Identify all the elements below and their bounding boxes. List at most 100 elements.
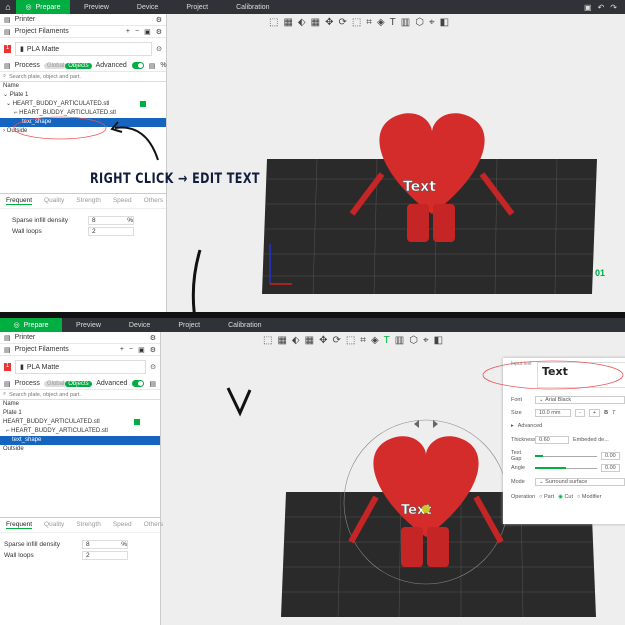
list-item-text-shape[interactable]: text_shape bbox=[0, 436, 160, 445]
wall-loops-input[interactable]: 2 bbox=[88, 227, 134, 236]
global-toggle[interactable]: Global bbox=[43, 62, 68, 69]
sidebar: ▤ Printer ⚙ ▤ Project Filaments + − ▣ ⚙ 1 ▮ PLA M… bbox=[0, 14, 167, 312]
list-item-part[interactable]: ⌐ HEART_BUDDY_ARTICULATED.stl bbox=[0, 427, 160, 436]
edit-icon[interactable]: ⊙ bbox=[150, 363, 156, 371]
list-item-object[interactable]: ⌄ HEART_BUDDY_ARTICULATED.stl bbox=[0, 100, 166, 109]
tab-frequent[interactable]: Frequent bbox=[6, 197, 33, 205]
remove-icon[interactable]: − bbox=[135, 28, 139, 36]
tab-preview[interactable]: Preview bbox=[70, 0, 123, 14]
list-item-text-shape[interactable]: text_shape bbox=[0, 118, 166, 127]
annotation-text: RIGHT CLICK → EDIT TEXT bbox=[90, 171, 260, 187]
tab-device[interactable]: Device bbox=[123, 0, 172, 14]
advanced-toggle[interactable] bbox=[132, 379, 145, 387]
printer-section[interactable]: ▤ Printer ⚙ bbox=[0, 14, 166, 26]
top-nav: ◎ Prepare Preview Device Project Calibrat… bbox=[0, 318, 625, 332]
text-handle[interactable] bbox=[422, 505, 430, 513]
radio-part[interactable]: ○ Part bbox=[539, 494, 554, 500]
list-item-outside[interactable]: › Outside bbox=[0, 127, 166, 136]
prepare-icon: ◎ bbox=[13, 322, 20, 329]
list-item-plate[interactable]: ⌄ Plate 1 bbox=[0, 91, 166, 100]
filament-icon: ▤ bbox=[4, 346, 11, 354]
visible-checkbox[interactable] bbox=[134, 419, 140, 425]
redo-icon[interactable]: ↷ bbox=[610, 3, 617, 12]
list-header: Name bbox=[3, 83, 20, 89]
compare-icon[interactable]: ▤ bbox=[149, 62, 156, 70]
gear-icon[interactable]: ⚙ bbox=[156, 16, 162, 24]
tab-quality[interactable]: Quality bbox=[44, 521, 64, 529]
list-header: Name bbox=[3, 401, 20, 407]
tab-prepare[interactable]: ◎ Prepare bbox=[0, 318, 62, 332]
radio-modifier[interactable]: ○ Modifier bbox=[577, 494, 601, 500]
sync-icon[interactable]: ▣ bbox=[144, 28, 151, 36]
search-input[interactable]: ⌕ Search plate, object and part. bbox=[0, 72, 166, 82]
objects-toggle[interactable]: Objects bbox=[65, 62, 92, 69]
angle-input[interactable]: 0.00 bbox=[601, 464, 620, 472]
printer-section[interactable]: ▤ Printer ⚙ bbox=[0, 332, 160, 344]
tab-calibration[interactable]: Calibration bbox=[214, 318, 275, 332]
embossed-text[interactable]: Text bbox=[403, 179, 437, 196]
save-icon[interactable]: ▣ bbox=[584, 3, 592, 12]
text-gap-input[interactable]: 0.00 bbox=[601, 452, 620, 460]
global-toggle[interactable]: Global bbox=[43, 380, 68, 387]
tab-project[interactable]: Project bbox=[172, 0, 222, 14]
tab-speed[interactable]: Speed bbox=[113, 197, 132, 205]
objects-toggle[interactable]: Objects bbox=[65, 380, 92, 387]
list-item-outside[interactable]: Outside bbox=[0, 445, 160, 454]
screenshot-before: ⌂ ◎ Prepare Preview Device Project Calibr… bbox=[0, 0, 625, 312]
tab-preview[interactable]: Preview bbox=[62, 318, 115, 332]
thickness-input[interactable]: 0.60 bbox=[535, 436, 569, 444]
text-gap-slider[interactable] bbox=[535, 454, 597, 457]
filament-select[interactable]: ▮ PLA Matte bbox=[15, 42, 153, 56]
advanced-expander[interactable]: ▸ Advanced bbox=[511, 423, 542, 429]
size-input[interactable]: 10.0 mm bbox=[535, 409, 571, 417]
filament-row[interactable]: 1 ▮ PLA Matte ⊙ bbox=[0, 356, 160, 378]
tab-project[interactable]: Project bbox=[164, 318, 214, 332]
edit-icon[interactable]: ⊙ bbox=[156, 45, 162, 53]
scene: Text bbox=[262, 113, 597, 295]
radio-cut[interactable]: ◉ Cut bbox=[558, 494, 573, 500]
undo-icon[interactable]: ↶ bbox=[598, 3, 605, 12]
tab-speed[interactable]: Speed bbox=[113, 521, 132, 529]
advanced-toggle[interactable] bbox=[131, 61, 144, 69]
wall-loops-field: Wall loops 2 bbox=[0, 550, 160, 561]
tab-prepare[interactable]: ◎ Prepare bbox=[16, 0, 70, 14]
visible-checkbox[interactable] bbox=[140, 101, 146, 107]
tab-others[interactable]: Others bbox=[144, 197, 164, 205]
italic-button[interactable]: T bbox=[612, 410, 615, 416]
tab-frequent[interactable]: Frequent bbox=[6, 521, 33, 529]
remove-icon[interactable]: − bbox=[129, 346, 133, 354]
text-input[interactable]: Text bbox=[537, 362, 625, 388]
tab-calibration[interactable]: Calibration bbox=[222, 0, 283, 14]
filament-select[interactable]: ▮ PLA Matte bbox=[15, 360, 147, 374]
tab-strength[interactable]: Strength bbox=[76, 197, 101, 205]
add-icon[interactable]: + bbox=[126, 28, 130, 36]
tab-strength[interactable]: Strength bbox=[76, 521, 101, 529]
list-item-part[interactable]: ⌐ HEART_BUDDY_ARTICULATED.stl bbox=[0, 109, 166, 118]
home-icon[interactable]: ⌂ bbox=[0, 0, 16, 14]
sync-icon[interactable]: ▣ bbox=[138, 346, 145, 354]
settings-icon[interactable]: % bbox=[160, 62, 166, 70]
size-increase-button[interactable]: + bbox=[588, 409, 601, 417]
filament-row[interactable]: 1 ▮ PLA Matte ⊙ bbox=[0, 38, 166, 60]
add-icon[interactable]: + bbox=[120, 346, 124, 354]
printer-icon: ▤ bbox=[4, 334, 11, 342]
font-select[interactable]: ⌄ Arial Black bbox=[535, 396, 625, 404]
mode-select[interactable]: ⌄ Surround surface bbox=[535, 478, 625, 486]
move-arrows-icon[interactable] bbox=[414, 420, 438, 428]
search-input[interactable]: ⌕ Search plate, object and part. bbox=[0, 390, 160, 400]
list-item-plate[interactable]: Plate 1 bbox=[0, 409, 160, 418]
angle-slider[interactable] bbox=[535, 466, 597, 469]
tab-quality[interactable]: Quality bbox=[44, 197, 64, 205]
gear-icon[interactable]: ⚙ bbox=[156, 28, 162, 36]
gear-icon[interactable]: ⚙ bbox=[150, 334, 156, 342]
compare-icon[interactable]: ▤ bbox=[149, 380, 156, 388]
3d-viewport[interactable]: ⬚ ▦ ⬖ ▦ ✥ ⟳ ⬚ ⌗ ◈ T ▥ ⬡ ⌖ ◧ Text 01 bbox=[167, 14, 625, 312]
wall-loops-input[interactable]: 2 bbox=[82, 551, 128, 560]
list-item-object[interactable]: HEART_BUDDY_ARTICULATED.stl bbox=[0, 418, 160, 427]
size-decrease-button[interactable]: - bbox=[575, 409, 585, 417]
bold-button[interactable]: B bbox=[604, 410, 608, 416]
sparse-infill-input[interactable]: 8% bbox=[82, 540, 128, 549]
tab-device[interactable]: Device bbox=[115, 318, 164, 332]
sparse-infill-input[interactable]: 8% bbox=[88, 216, 134, 225]
gear-icon[interactable]: ⚙ bbox=[150, 346, 156, 354]
